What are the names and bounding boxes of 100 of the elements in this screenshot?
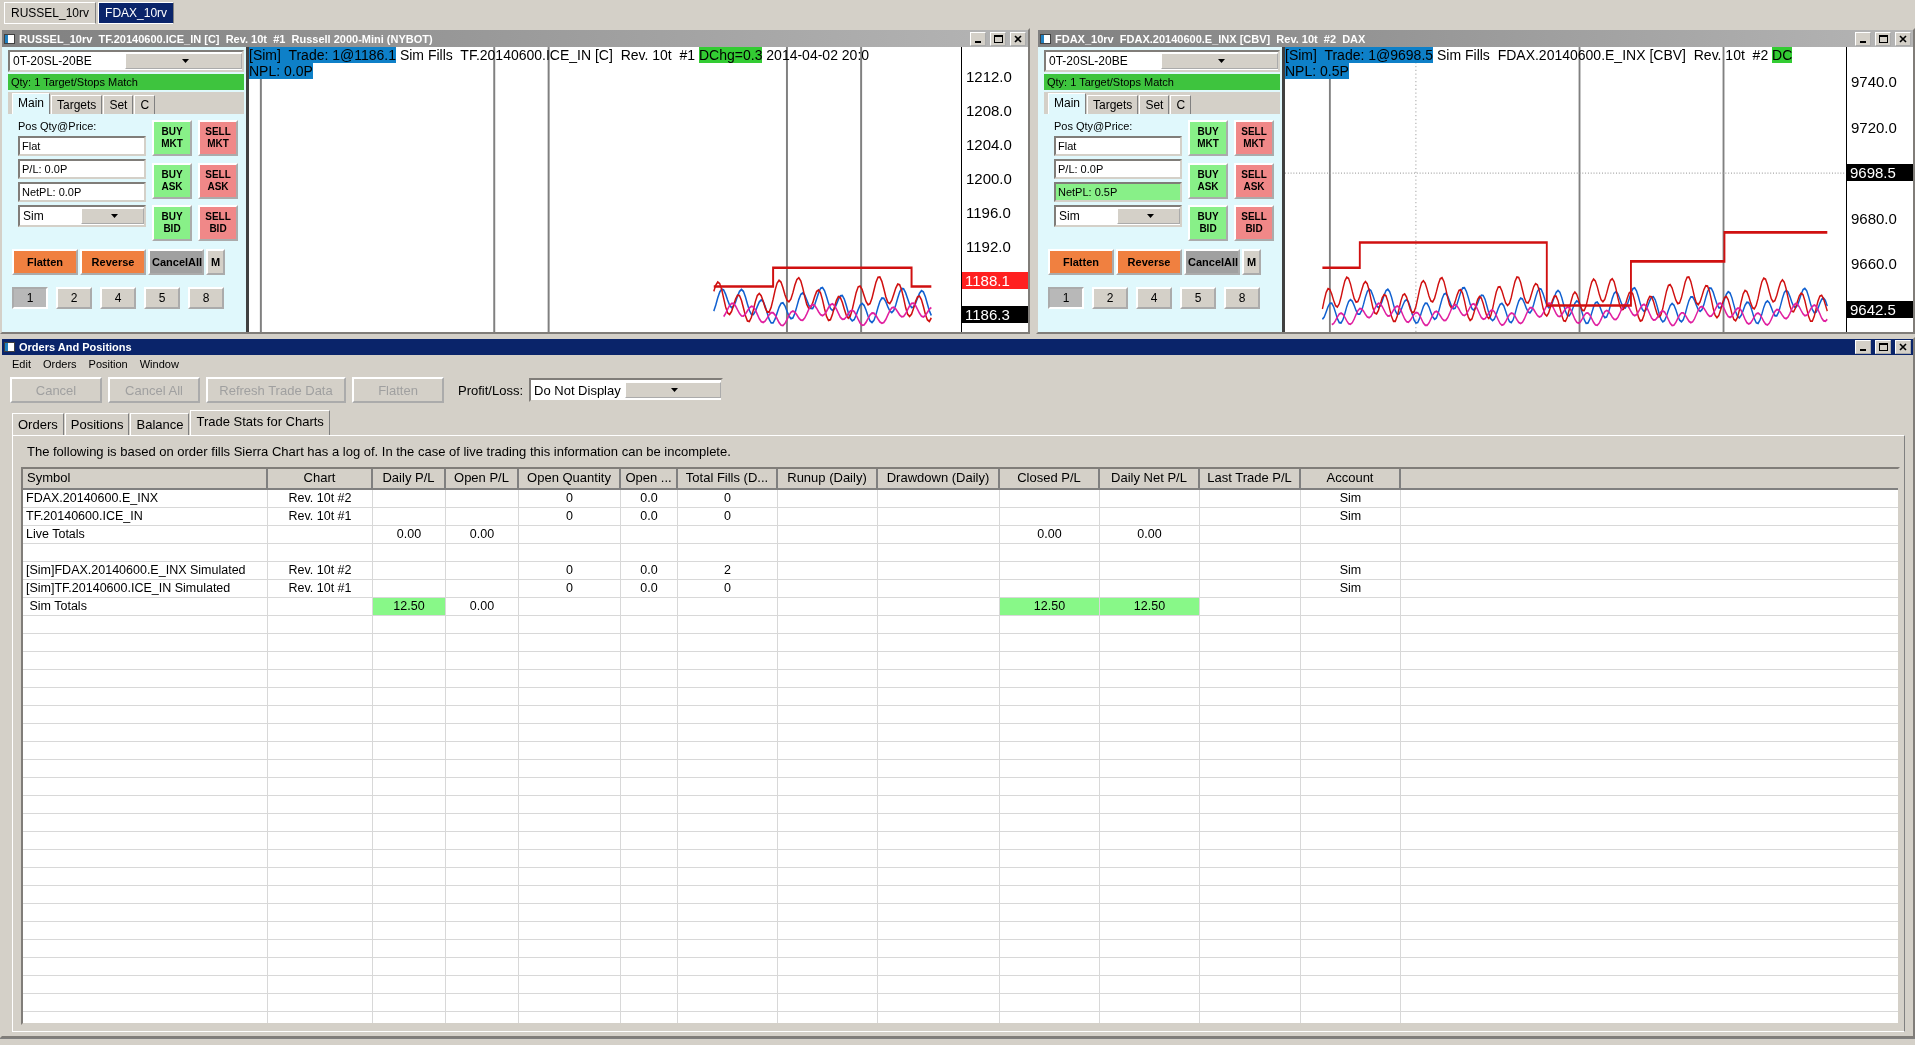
- panel-tab[interactable]: Main: [1048, 93, 1086, 114]
- table-cell: 0: [519, 508, 621, 525]
- window-icon: [4, 342, 15, 352]
- table-cell: 0.00: [373, 526, 446, 543]
- price-axis-label: 1212.0: [965, 67, 1013, 85]
- close-icon[interactable]: [1014, 34, 1022, 43]
- tab[interactable]: Positions: [64, 413, 130, 435]
- column-header[interactable]: Open P/L: [446, 469, 519, 488]
- order-button[interactable]: BUY BID: [152, 205, 192, 241]
- menu-item[interactable]: Window: [135, 358, 183, 370]
- quantity-button[interactable]: 4: [1136, 287, 1172, 309]
- table-cell: Rev. 10t #1: [268, 580, 373, 597]
- panel-tab[interactable]: Main: [12, 93, 50, 114]
- workspace-tab[interactable]: RUSSEL_10rv: [4, 2, 97, 24]
- column-header[interactable]: Last Trade P/L: [1200, 469, 1301, 488]
- action-button[interactable]: Flatten: [1048, 249, 1114, 275]
- column-header[interactable]: Runup (Daily): [778, 469, 878, 488]
- tab[interactable]: Orders: [12, 413, 64, 435]
- table-cell: Sim: [1301, 508, 1401, 525]
- menu-item[interactable]: Orders: [38, 358, 81, 370]
- panel-tab[interactable]: Set: [103, 95, 134, 114]
- menu-item[interactable]: Edit: [8, 358, 35, 370]
- order-button[interactable]: SELL BID: [198, 205, 238, 241]
- table-cell: 0.0: [621, 490, 678, 507]
- action-button[interactable]: CancelAll: [1184, 249, 1240, 275]
- account-dropdown[interactable]: Sim: [18, 205, 146, 227]
- column-header[interactable]: Open ...: [621, 469, 678, 488]
- chart-header-text: Sim Fills FDAX.20140600.E_INX [CBV] Rev. 10t #2: [1435, 47, 1770, 63]
- tab[interactable]: Balance: [130, 413, 190, 435]
- profit-loss-dropdown[interactable]: Do Not Display: [529, 378, 724, 402]
- minimize-button[interactable]: [970, 31, 986, 46]
- order-button[interactable]: SELL MKT: [1234, 120, 1274, 156]
- action-button[interactable]: M: [1242, 249, 1262, 275]
- action-button[interactable]: Reverse: [1116, 249, 1182, 275]
- column-header[interactable]: Chart: [268, 469, 373, 488]
- price-marker: 1186.3: [962, 306, 1028, 324]
- price-axis-label: 9740.0: [1850, 73, 1898, 91]
- position-field: Flat: [1054, 135, 1182, 156]
- column-header[interactable]: Open Quantity: [519, 469, 621, 488]
- column-header[interactable]: Daily Net P/L: [1100, 469, 1200, 488]
- close-button[interactable]: [1895, 31, 1911, 46]
- window-icon: [1040, 33, 1051, 44]
- column-header[interactable]: Account: [1301, 469, 1401, 488]
- close-button[interactable]: [1895, 340, 1911, 354]
- price-axis-label: 1200.0: [965, 169, 1013, 187]
- action-button[interactable]: Flatten: [12, 249, 78, 275]
- menu-item[interactable]: Position: [84, 358, 132, 370]
- column-header[interactable]: Symbol: [23, 469, 268, 488]
- quantity-button[interactable]: 2: [56, 287, 92, 309]
- minimize-button[interactable]: [1855, 31, 1871, 46]
- order-button[interactable]: SELL MKT: [198, 120, 238, 156]
- chart-header-text: [Sim] Trade: 1@9698.5: [1285, 47, 1434, 63]
- chart-header-text: NPL: 0.0P: [249, 63, 313, 79]
- table-cell: Live Totals: [23, 526, 268, 543]
- column-header[interactable]: Daily P/L: [373, 469, 446, 488]
- quantity-button[interactable]: 8: [1224, 287, 1260, 309]
- order-button[interactable]: BUY MKT: [1188, 120, 1228, 156]
- order-button[interactable]: SELL BID: [1234, 205, 1274, 241]
- action-button[interactable]: CancelAll: [148, 249, 204, 275]
- strategy-dropdown[interactable]: 0T-20SL-20BE: [8, 50, 244, 72]
- order-button[interactable]: BUY MKT: [152, 120, 192, 156]
- quantity-button[interactable]: 8: [188, 287, 224, 309]
- action-button[interactable]: M: [206, 249, 226, 275]
- order-button[interactable]: SELL ASK: [1234, 162, 1274, 199]
- quantity-button[interactable]: 1: [1048, 287, 1084, 309]
- minimize-button[interactable]: [1855, 340, 1871, 354]
- window-title: RUSSEL_10rv TF.20140600.ICE_IN [C] Rev. 10t #1 Russell 2000-Mini (NYBOT): [19, 32, 434, 45]
- table-cell: 0.0: [621, 562, 678, 579]
- table-cell: [Sim]FDAX.20140600.E_INX Simulated: [23, 562, 268, 579]
- order-button[interactable]: BUY ASK: [1188, 162, 1228, 199]
- panel-tab[interactable]: Targets: [51, 95, 103, 114]
- panel-tab[interactable]: C: [1170, 95, 1192, 114]
- strategy-dropdown[interactable]: 0T-20SL-20BE: [1044, 50, 1280, 72]
- close-icon[interactable]: [1899, 343, 1907, 351]
- column-header[interactable]: Drawdown (Daily): [878, 469, 1000, 488]
- window-icon: [4, 33, 15, 44]
- quantity-button[interactable]: 2: [1092, 287, 1128, 309]
- panel-tab[interactable]: Targets: [1087, 95, 1139, 114]
- quantity-button[interactable]: 1: [12, 287, 48, 309]
- close-button[interactable]: [1010, 31, 1026, 46]
- action-button[interactable]: Reverse: [80, 249, 146, 275]
- account-dropdown[interactable]: Sim: [1054, 205, 1182, 227]
- table-cell: 0: [519, 562, 621, 579]
- position-label: Pos Qty@Price:: [18, 120, 98, 133]
- order-button[interactable]: BUY BID: [1188, 205, 1228, 241]
- position-field: NetPL: 0.0P: [18, 182, 146, 202]
- column-header[interactable]: Total Fills (D...: [678, 469, 778, 488]
- panel-tab[interactable]: C: [134, 95, 156, 114]
- chart-header-text: NPL: 0.5P: [1285, 63, 1349, 79]
- tab[interactable]: Trade Stats for Charts: [190, 410, 330, 435]
- order-button[interactable]: BUY ASK: [152, 162, 192, 199]
- table-cell: 0: [678, 580, 778, 597]
- order-button[interactable]: SELL ASK: [198, 162, 238, 199]
- quantity-button[interactable]: 5: [1180, 287, 1216, 309]
- quantity-button[interactable]: 4: [100, 287, 136, 309]
- close-icon[interactable]: [1899, 34, 1907, 43]
- panel-tab[interactable]: Set: [1139, 95, 1170, 114]
- quantity-button[interactable]: 5: [144, 287, 180, 309]
- workspace-tab[interactable]: FDAX_10rv: [98, 2, 175, 24]
- column-header[interactable]: Closed P/L: [1000, 469, 1100, 488]
